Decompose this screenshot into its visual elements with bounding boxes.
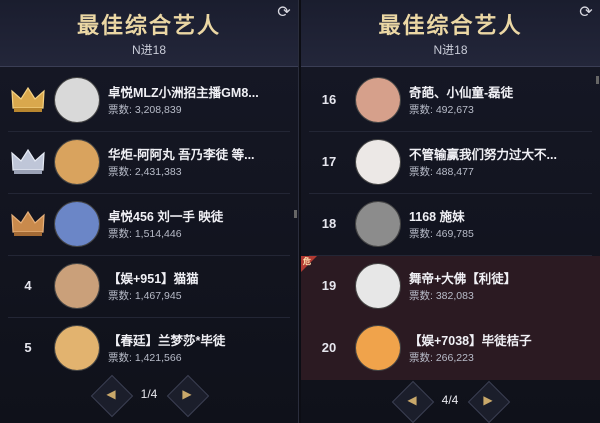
gold-crown-icon [11, 86, 45, 112]
vote-count: 票数: 2,431,383 [108, 166, 182, 178]
vote-count: 票数: 3,208,839 [108, 104, 182, 116]
avatar [54, 77, 100, 123]
streamer-name: 1168 施妹 [409, 210, 465, 224]
vote-count: 票数: 266,223 [409, 352, 474, 364]
list-item[interactable]: 5 【春廷】兰梦莎*毕徒 票数: 1,421,566 [0, 318, 298, 380]
bronze-crown-icon [11, 210, 45, 236]
panel-title: 最佳综合艺人 [378, 13, 523, 38]
vote-count: 票数: 1,421,566 [108, 352, 182, 364]
list-item[interactable]: 危 19 舞帝+大佛【利徒】 票数: 382,083 [301, 256, 600, 318]
pagination: ◀ 1/4 ▶ [89, 374, 210, 418]
rank-number: 4 [24, 278, 32, 293]
avatar [54, 201, 100, 247]
rank-number: 16 [321, 92, 337, 107]
panel-header: 最佳综合艺人 N进18 ⟳ [301, 0, 600, 67]
scrollbar-thumb[interactable] [294, 210, 297, 218]
ranking-panel-left: 最佳综合艺人 N进18 ⟳ 卓悦MLZ小洲招主播GM8... 票数: 3,208… [0, 0, 299, 423]
vote-count: 票数: 1,467,945 [108, 290, 182, 302]
rank-number: 19 [321, 278, 337, 293]
streamer-name: 【娱+951】猫猫 [108, 272, 199, 286]
rank-number: 20 [321, 340, 337, 355]
streamer-name: 【娱+7038】毕徒桔子 [409, 334, 532, 348]
streamer-name: 卓悦456 刘一手 映徒 [108, 210, 224, 224]
vote-count: 票数: 488,477 [409, 166, 474, 178]
danger-badge-label: 危 [303, 257, 311, 266]
streamer-name: 华炬-阿阿丸 吾乃李徒 等... [108, 148, 255, 162]
vote-count: 票数: 1,514,446 [108, 228, 182, 240]
streamer-name: 奇葩、小仙童-磊徒 [409, 86, 514, 100]
silver-crown-icon [11, 148, 45, 174]
list-item[interactable]: 16 奇葩、小仙童-磊徒 票数: 492,673 [301, 70, 600, 132]
avatar [355, 325, 401, 371]
avatar [54, 139, 100, 185]
avatar [355, 139, 401, 185]
list-item[interactable]: 卓悦MLZ小洲招主播GM8... 票数: 3,208,839 [0, 70, 298, 132]
avatar [355, 77, 401, 123]
rank-number: 18 [321, 216, 337, 231]
streamer-name: 舞帝+大佛【利徒】 [409, 272, 517, 286]
vote-count: 票数: 382,083 [409, 290, 474, 302]
list-item[interactable]: 卓悦456 刘一手 映徒 票数: 1,514,446 [0, 194, 298, 256]
panel-header: 最佳综合艺人 N进18 ⟳ [0, 0, 298, 67]
panel-subtitle: N进18 [131, 43, 166, 57]
avatar [54, 325, 100, 371]
vote-count: 票数: 469,785 [409, 228, 474, 240]
avatar [355, 263, 401, 309]
ranking-list: 16 奇葩、小仙童-磊徒 票数: 492,673 17 不管输赢我们努力过大不.… [301, 70, 600, 380]
panel-title: 最佳综合艺人 [76, 13, 221, 38]
list-item[interactable]: 4 【娱+951】猫猫 票数: 1,467,945 [0, 256, 298, 318]
panel-subtitle: N进18 [433, 43, 468, 57]
rank-number: 17 [321, 154, 337, 169]
streamer-name: 不管输赢我们努力过大不... [409, 148, 557, 162]
avatar [355, 201, 401, 247]
ranking-list: 卓悦MLZ小洲招主播GM8... 票数: 3,208,839 华炬-阿阿丸 吾乃… [0, 70, 298, 380]
list-item[interactable]: 华炬-阿阿丸 吾乃李徒 等... 票数: 2,431,383 [0, 132, 298, 194]
list-item[interactable]: 20 【娱+7038】毕徒桔子 票数: 266,223 [301, 318, 600, 380]
list-item[interactable]: 18 1168 施妹 票数: 469,785 [301, 194, 600, 256]
rank-number: 5 [24, 340, 32, 355]
list-item[interactable]: 17 不管输赢我们努力过大不... 票数: 488,477 [301, 132, 600, 194]
streamer-name: 卓悦MLZ小洲招主播GM8... [108, 86, 259, 100]
chevron-right-icon: ▶ [483, 393, 493, 407]
refresh-icon[interactable]: ⟳ [577, 4, 595, 22]
scrollbar-thumb[interactable] [596, 76, 599, 84]
avatar [54, 263, 100, 309]
vote-count: 票数: 492,673 [409, 104, 474, 116]
pagination: ◀ 4/4 ▶ [390, 380, 511, 423]
chevron-right-icon: ▶ [182, 387, 192, 401]
streamer-name: 【春廷】兰梦莎*毕徒 [108, 334, 226, 348]
refresh-icon[interactable]: ⟳ [275, 4, 293, 22]
ranking-panel-right: 最佳综合艺人 N进18 ⟳ 16 奇葩、小仙童-磊徒 票数: 492,673 1… [301, 0, 600, 423]
